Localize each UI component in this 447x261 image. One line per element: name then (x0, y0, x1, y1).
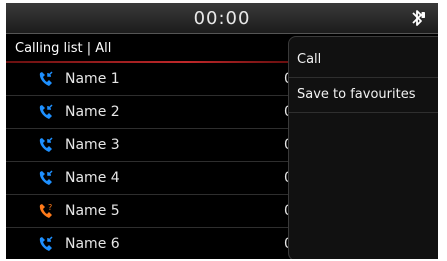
infotainment-screen: 00:00 Calling list | All Name 1 0 Name 2… (6, 3, 438, 259)
options-popup-menu: Call Save to favourites (288, 36, 438, 259)
contact-name: Name 4 (65, 170, 120, 186)
call-menu-item[interactable]: Call (289, 43, 438, 78)
missed-call-icon: ? (39, 203, 52, 218)
save-to-favourites-label: Save to favourites (297, 87, 416, 102)
clock: 00:00 (193, 8, 251, 29)
phone-icon (39, 71, 53, 86)
phone-icon (39, 170, 53, 185)
phone-icon (39, 104, 53, 119)
bluetooth-phone-icon (412, 10, 425, 26)
contact-name: Name 6 (65, 236, 120, 252)
contact-name: Name 3 (65, 137, 120, 153)
contact-name: Name 5 (65, 203, 120, 219)
contact-name: Name 2 (65, 104, 120, 120)
call-label: Call (297, 52, 322, 67)
phone-icon (39, 236, 53, 251)
status-bar: 00:00 (6, 3, 438, 34)
svg-text:?: ? (48, 203, 52, 212)
contact-name: Name 1 (65, 71, 120, 87)
page-title: Calling list | All (15, 41, 112, 56)
save-to-favourites-menu-item[interactable]: Save to favourites (289, 78, 438, 113)
phone-icon (39, 137, 53, 152)
